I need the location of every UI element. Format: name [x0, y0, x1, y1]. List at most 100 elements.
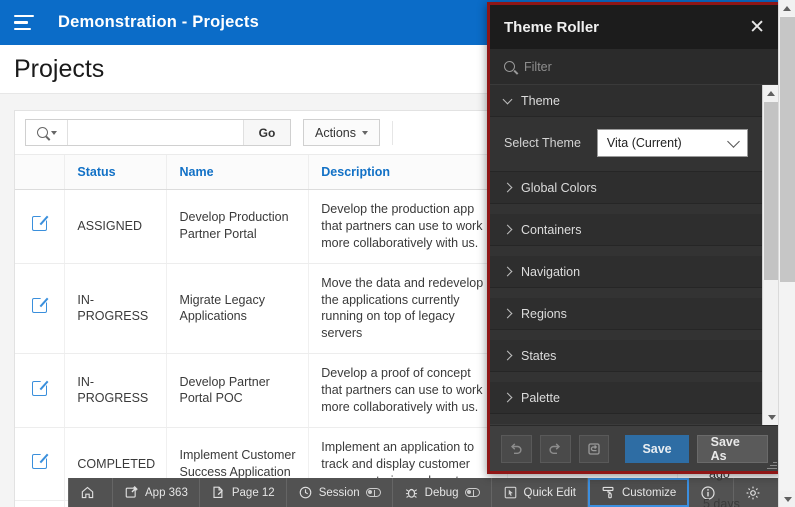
accordion-label: Global Colors — [521, 180, 597, 195]
page-scroll-down-icon[interactable] — [779, 491, 795, 507]
select-theme-value: Vita (Current) — [606, 136, 682, 150]
accordion-containers[interactable]: Containers — [490, 214, 762, 246]
cell-name: Migrate Legacy Applications — [166, 263, 310, 355]
devbar-debug[interactable]: Debug — [393, 478, 492, 507]
column-header-status[interactable]: Status — [64, 155, 168, 190]
accordion-label: States — [521, 348, 557, 363]
accordion-label: Navigation — [521, 264, 581, 279]
devbar-settings[interactable] — [734, 478, 778, 507]
chevron-down-icon — [50, 130, 57, 135]
undo-icon[interactable] — [501, 434, 532, 463]
hamburger-icon[interactable] — [14, 14, 36, 32]
redo-icon[interactable] — [539, 434, 571, 463]
edit-pencil-icon[interactable] — [32, 454, 48, 470]
scroll-down-icon[interactable] — [763, 409, 779, 425]
search-field-group: Go — [25, 119, 291, 146]
accordion-label: Containers — [521, 222, 582, 237]
accordion-gap — [490, 246, 762, 256]
chevron-down-icon — [362, 130, 368, 135]
cell-description: Develop a proof of concept that partners… — [308, 353, 508, 428]
chevron-down-icon — [502, 94, 513, 104]
theme-roller-filter-bar — [490, 49, 779, 85]
select-theme-label: Select Theme — [504, 136, 581, 150]
devbar-quick-edit[interactable]: Quick Edit — [492, 478, 588, 507]
developer-toolbar: App 363 Page 12 Session Debug Quick Edit… — [68, 478, 795, 507]
column-header-edit[interactable] — [15, 155, 66, 190]
row-edit-cell[interactable] — [15, 263, 66, 355]
page-title: Projects — [14, 54, 105, 83]
select-theme-dropdown[interactable]: Vita (Current) — [596, 129, 748, 157]
toggle-icon[interactable] — [365, 488, 381, 497]
accordion-gap — [490, 414, 762, 424]
toolbar-divider — [392, 120, 393, 145]
edit-pencil-icon[interactable] — [32, 298, 48, 314]
go-button[interactable]: Go — [243, 120, 290, 145]
row-edit-cell[interactable] — [15, 189, 66, 264]
save-button[interactable]: Save — [625, 434, 689, 463]
cell-description: Move the data and redevelop the applicat… — [308, 263, 508, 355]
chevron-down-icon — [727, 134, 740, 148]
page-scrollbar[interactable] — [778, 0, 795, 507]
chevron-right-icon — [502, 392, 513, 403]
theme-roller-scroll-area: Theme Select Theme Vita (Current) Global… — [490, 85, 762, 425]
devbar-session-label: Session — [318, 486, 360, 499]
save-as-button[interactable]: Save As — [696, 434, 769, 463]
theme-roller-body: Theme Select Theme Vita (Current) Global… — [490, 85, 779, 425]
obscured-days-text: 5 days — [703, 497, 740, 507]
reset-icon[interactable] — [578, 434, 610, 463]
devbar-debug-label: Debug — [424, 486, 459, 499]
search-column-dropdown[interactable] — [26, 120, 68, 145]
accordion-navigation[interactable]: Navigation — [490, 256, 762, 288]
accordion-palette[interactable]: Palette — [490, 382, 762, 414]
devbar-home[interactable] — [68, 478, 113, 507]
accordion-label: Regions — [521, 306, 567, 321]
devbar-page[interactable]: Page 12 — [200, 478, 287, 507]
search-icon — [36, 127, 48, 138]
theme-roller-header: Theme Roller ✕ — [490, 5, 779, 49]
edit-pencil-icon[interactable] — [32, 216, 48, 232]
column-header-description[interactable]: Description — [308, 155, 508, 190]
scrollbar-thumb[interactable] — [764, 102, 779, 280]
accordion-label: Theme — [521, 93, 560, 108]
search-input[interactable] — [68, 120, 243, 145]
devbar-session[interactable]: Session — [287, 478, 393, 507]
resize-handle[interactable] — [766, 458, 777, 469]
devbar-quick-edit-label: Quick Edit — [523, 486, 576, 499]
filter-input[interactable] — [524, 59, 724, 74]
accordion-regions[interactable]: Regions — [490, 298, 762, 330]
accordion-label: Palette — [521, 390, 560, 405]
accordion-states[interactable]: States — [490, 340, 762, 372]
application-root: Demonstration - Projects Projects ago 5 … — [0, 0, 795, 507]
devbar-page-label: Page 12 — [231, 486, 275, 499]
theme-roller-title: Theme Roller — [504, 18, 600, 36]
row-edit-cell[interactable] — [15, 427, 66, 502]
actions-button[interactable]: Actions — [303, 119, 380, 146]
scroll-up-icon[interactable] — [763, 85, 779, 101]
chevron-right-icon — [502, 266, 513, 277]
page-scroll-up-icon[interactable] — [779, 0, 795, 16]
page-scrollbar-thumb[interactable] — [780, 17, 795, 282]
column-header-name[interactable]: Name — [166, 155, 310, 190]
chevron-right-icon — [502, 182, 513, 193]
toggle-icon[interactable] — [464, 488, 480, 497]
row-edit-cell[interactable] — [15, 500, 66, 507]
cell-description: Develop the production app that partners… — [308, 189, 508, 264]
close-icon[interactable]: ✕ — [749, 18, 765, 37]
cell-status: IN-PROGRESS — [64, 263, 168, 355]
cell-name: Develop Production Partner Portal — [166, 189, 310, 264]
row-edit-cell[interactable] — [15, 353, 66, 428]
devbar-app-label: App 363 — [145, 486, 188, 499]
accordion-gap — [490, 288, 762, 298]
theme-roller-footer: Save Save As — [490, 425, 779, 471]
devbar-customize[interactable]: Customize — [587, 478, 690, 507]
edit-pencil-icon[interactable] — [32, 380, 48, 396]
app-title: Demonstration - Projects — [58, 13, 260, 31]
devbar-app[interactable]: App 363 — [113, 478, 200, 507]
accordion-global-colors[interactable]: Global Colors — [490, 172, 762, 204]
theme-roller-scrollbar[interactable] — [762, 85, 779, 425]
actions-label: Actions — [315, 125, 356, 140]
cell-status: ASSIGNED — [64, 189, 168, 264]
accordion-theme[interactable]: Theme — [490, 85, 762, 117]
theme-panel: Select Theme Vita (Current) — [490, 117, 762, 172]
accordion-gap — [490, 330, 762, 340]
